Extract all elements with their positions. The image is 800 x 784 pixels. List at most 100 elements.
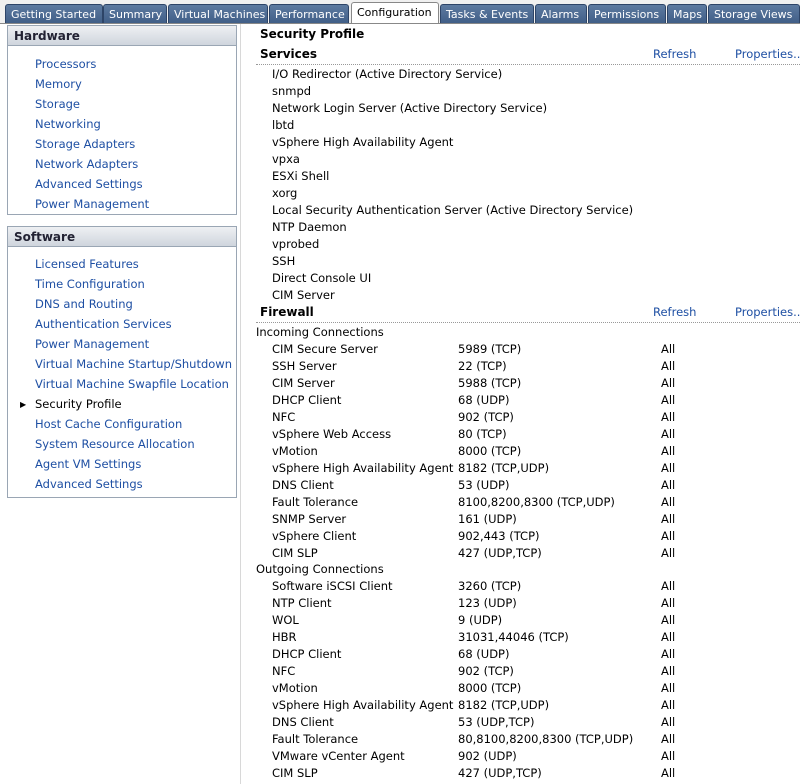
rule-name: vSphere Web Access bbox=[272, 427, 392, 441]
software-header: Software bbox=[8, 227, 236, 247]
services-title: Services bbox=[260, 47, 318, 61]
rule-allowed: All bbox=[661, 427, 676, 441]
rule-name: CIM SLP bbox=[272, 766, 318, 780]
rule-allowed: All bbox=[661, 664, 676, 678]
hardware-panel: Hardware Processors Memory Storage Netwo… bbox=[7, 25, 237, 215]
rule-port: 5989 (TCP) bbox=[458, 342, 522, 356]
sw-item-licensed-features[interactable]: Licensed Features bbox=[35, 254, 139, 274]
rule-port: 53 (UDP) bbox=[458, 478, 510, 492]
rule-allowed: All bbox=[661, 630, 676, 644]
rule-allowed: All bbox=[661, 478, 676, 492]
rule-port: 8000 (TCP) bbox=[458, 681, 522, 695]
sw-item-system-resource-allocation[interactable]: System Resource Allocation bbox=[35, 434, 195, 454]
tab-getting-started[interactable]: Getting Started bbox=[5, 4, 103, 23]
services-refresh-link[interactable]: Refresh bbox=[653, 47, 696, 61]
rule-name: CIM SLP bbox=[272, 546, 318, 560]
rule-name: HBR bbox=[272, 630, 297, 644]
rule-allowed: All bbox=[661, 647, 676, 661]
rule-port: 902 (TCP) bbox=[458, 410, 514, 424]
sw-item-time-configuration[interactable]: Time Configuration bbox=[35, 274, 145, 294]
outgoing-connections-label: Outgoing Connections bbox=[256, 562, 384, 576]
service-item: xorg bbox=[272, 186, 298, 200]
tab-configuration[interactable]: Configuration bbox=[351, 2, 439, 23]
tab-alarms[interactable]: Alarms bbox=[535, 4, 587, 23]
firewall-refresh-link[interactable]: Refresh bbox=[653, 305, 696, 319]
services-properties-link[interactable]: Properties... bbox=[735, 47, 800, 61]
sw-item-authentication-services[interactable]: Authentication Services bbox=[35, 314, 172, 334]
tab-virtual-machines[interactable]: Virtual Machines bbox=[168, 4, 268, 23]
hardware-header: Hardware bbox=[8, 26, 236, 46]
rule-name: SNMP Server bbox=[272, 512, 347, 526]
rule-port: 31031,44046 (TCP) bbox=[458, 630, 569, 644]
tab-permissions[interactable]: Permissions bbox=[588, 4, 666, 23]
hw-item-storage-adapters[interactable]: Storage Adapters bbox=[35, 134, 135, 154]
rule-port: 161 (UDP) bbox=[458, 512, 517, 526]
hw-item-storage[interactable]: Storage bbox=[35, 94, 80, 114]
rule-port: 5988 (TCP) bbox=[458, 376, 522, 390]
service-item: vprobed bbox=[272, 237, 320, 251]
rule-port: 902 (UDP) bbox=[458, 749, 517, 763]
hw-item-memory[interactable]: Memory bbox=[35, 74, 82, 94]
service-item: ESXi Shell bbox=[272, 169, 330, 183]
rule-name: DNS Client bbox=[272, 478, 334, 492]
sw-item-dns-routing[interactable]: DNS and Routing bbox=[35, 294, 133, 314]
rule-allowed: All bbox=[661, 766, 676, 780]
tab-summary[interactable]: Summary bbox=[103, 4, 167, 23]
tab-bar: Getting Started Summary Virtual Machines… bbox=[0, 0, 800, 24]
rule-port: 8100,8200,8300 (TCP,UDP) bbox=[458, 495, 615, 509]
rule-port: 68 (UDP) bbox=[458, 393, 510, 407]
rule-allowed: All bbox=[661, 376, 676, 390]
hw-item-network-adapters[interactable]: Network Adapters bbox=[35, 154, 138, 174]
rule-name: NFC bbox=[272, 410, 296, 424]
tab-performance[interactable]: Performance bbox=[269, 4, 349, 23]
rule-name: vSphere High Availability Agent bbox=[272, 698, 454, 712]
sw-item-advanced-settings[interactable]: Advanced Settings bbox=[35, 474, 143, 494]
tab-tasks-events[interactable]: Tasks & Events bbox=[440, 4, 534, 23]
security-profile-content: Security Profile Services Refresh Proper… bbox=[248, 24, 800, 784]
sw-item-host-cache-configuration[interactable]: Host Cache Configuration bbox=[35, 414, 182, 434]
rule-name: Fault Tolerance bbox=[272, 495, 359, 509]
rule-allowed: All bbox=[661, 529, 676, 543]
rule-allowed: All bbox=[661, 681, 676, 695]
service-item: Direct Console UI bbox=[272, 271, 372, 285]
services-section-header: Services Refresh Properties... bbox=[256, 45, 800, 65]
service-item: vpxa bbox=[272, 152, 300, 166]
rule-name: VMware vCenter Agent bbox=[272, 749, 405, 763]
hw-item-processors[interactable]: Processors bbox=[35, 54, 96, 74]
sw-item-security-profile[interactable]: Security Profile bbox=[35, 394, 122, 414]
rule-allowed: All bbox=[661, 546, 676, 560]
panel-divider bbox=[240, 24, 241, 784]
firewall-section-header: Firewall Refresh Properties... bbox=[256, 303, 800, 323]
hw-item-networking[interactable]: Networking bbox=[35, 114, 101, 134]
selected-arrow-icon: ▶ bbox=[20, 400, 27, 409]
rule-allowed: All bbox=[661, 444, 676, 458]
rule-name: vMotion bbox=[272, 681, 318, 695]
rule-port: 3260 (TCP) bbox=[458, 579, 522, 593]
service-item: Local Security Authentication Server (Ac… bbox=[272, 203, 634, 217]
service-item: snmpd bbox=[272, 84, 312, 98]
rule-port: 8000 (TCP) bbox=[458, 444, 522, 458]
rule-name: WOL bbox=[272, 613, 299, 627]
sw-item-agent-vm-settings[interactable]: Agent VM Settings bbox=[35, 454, 141, 474]
hw-item-advanced-settings[interactable]: Advanced Settings bbox=[35, 174, 143, 194]
page-title: Security Profile bbox=[260, 27, 365, 41]
rule-port: 80 (TCP) bbox=[458, 427, 507, 441]
rule-port: 80,8100,8200,8300 (TCP,UDP) bbox=[458, 732, 634, 746]
rule-allowed: All bbox=[661, 461, 676, 475]
sw-item-power-management[interactable]: Power Management bbox=[35, 334, 149, 354]
rule-allowed: All bbox=[661, 495, 676, 509]
tab-maps[interactable]: Maps bbox=[667, 4, 707, 23]
rule-allowed: All bbox=[661, 393, 676, 407]
rule-name: Fault Tolerance bbox=[272, 732, 359, 746]
rule-name: CIM Server bbox=[272, 376, 335, 390]
hw-item-power-management[interactable]: Power Management bbox=[35, 194, 149, 214]
rule-name: SSH Server bbox=[272, 359, 337, 373]
rule-allowed: All bbox=[661, 732, 676, 746]
sw-item-vm-startup-shutdown[interactable]: Virtual Machine Startup/Shutdown bbox=[35, 354, 232, 374]
rule-name: DHCP Client bbox=[272, 393, 342, 407]
rule-allowed: All bbox=[661, 512, 676, 526]
tab-storage-views[interactable]: Storage Views bbox=[708, 4, 800, 23]
rule-allowed: All bbox=[661, 410, 676, 424]
firewall-properties-link[interactable]: Properties... bbox=[735, 305, 800, 319]
sw-item-vm-swapfile-location[interactable]: Virtual Machine Swapfile Location bbox=[35, 374, 229, 394]
